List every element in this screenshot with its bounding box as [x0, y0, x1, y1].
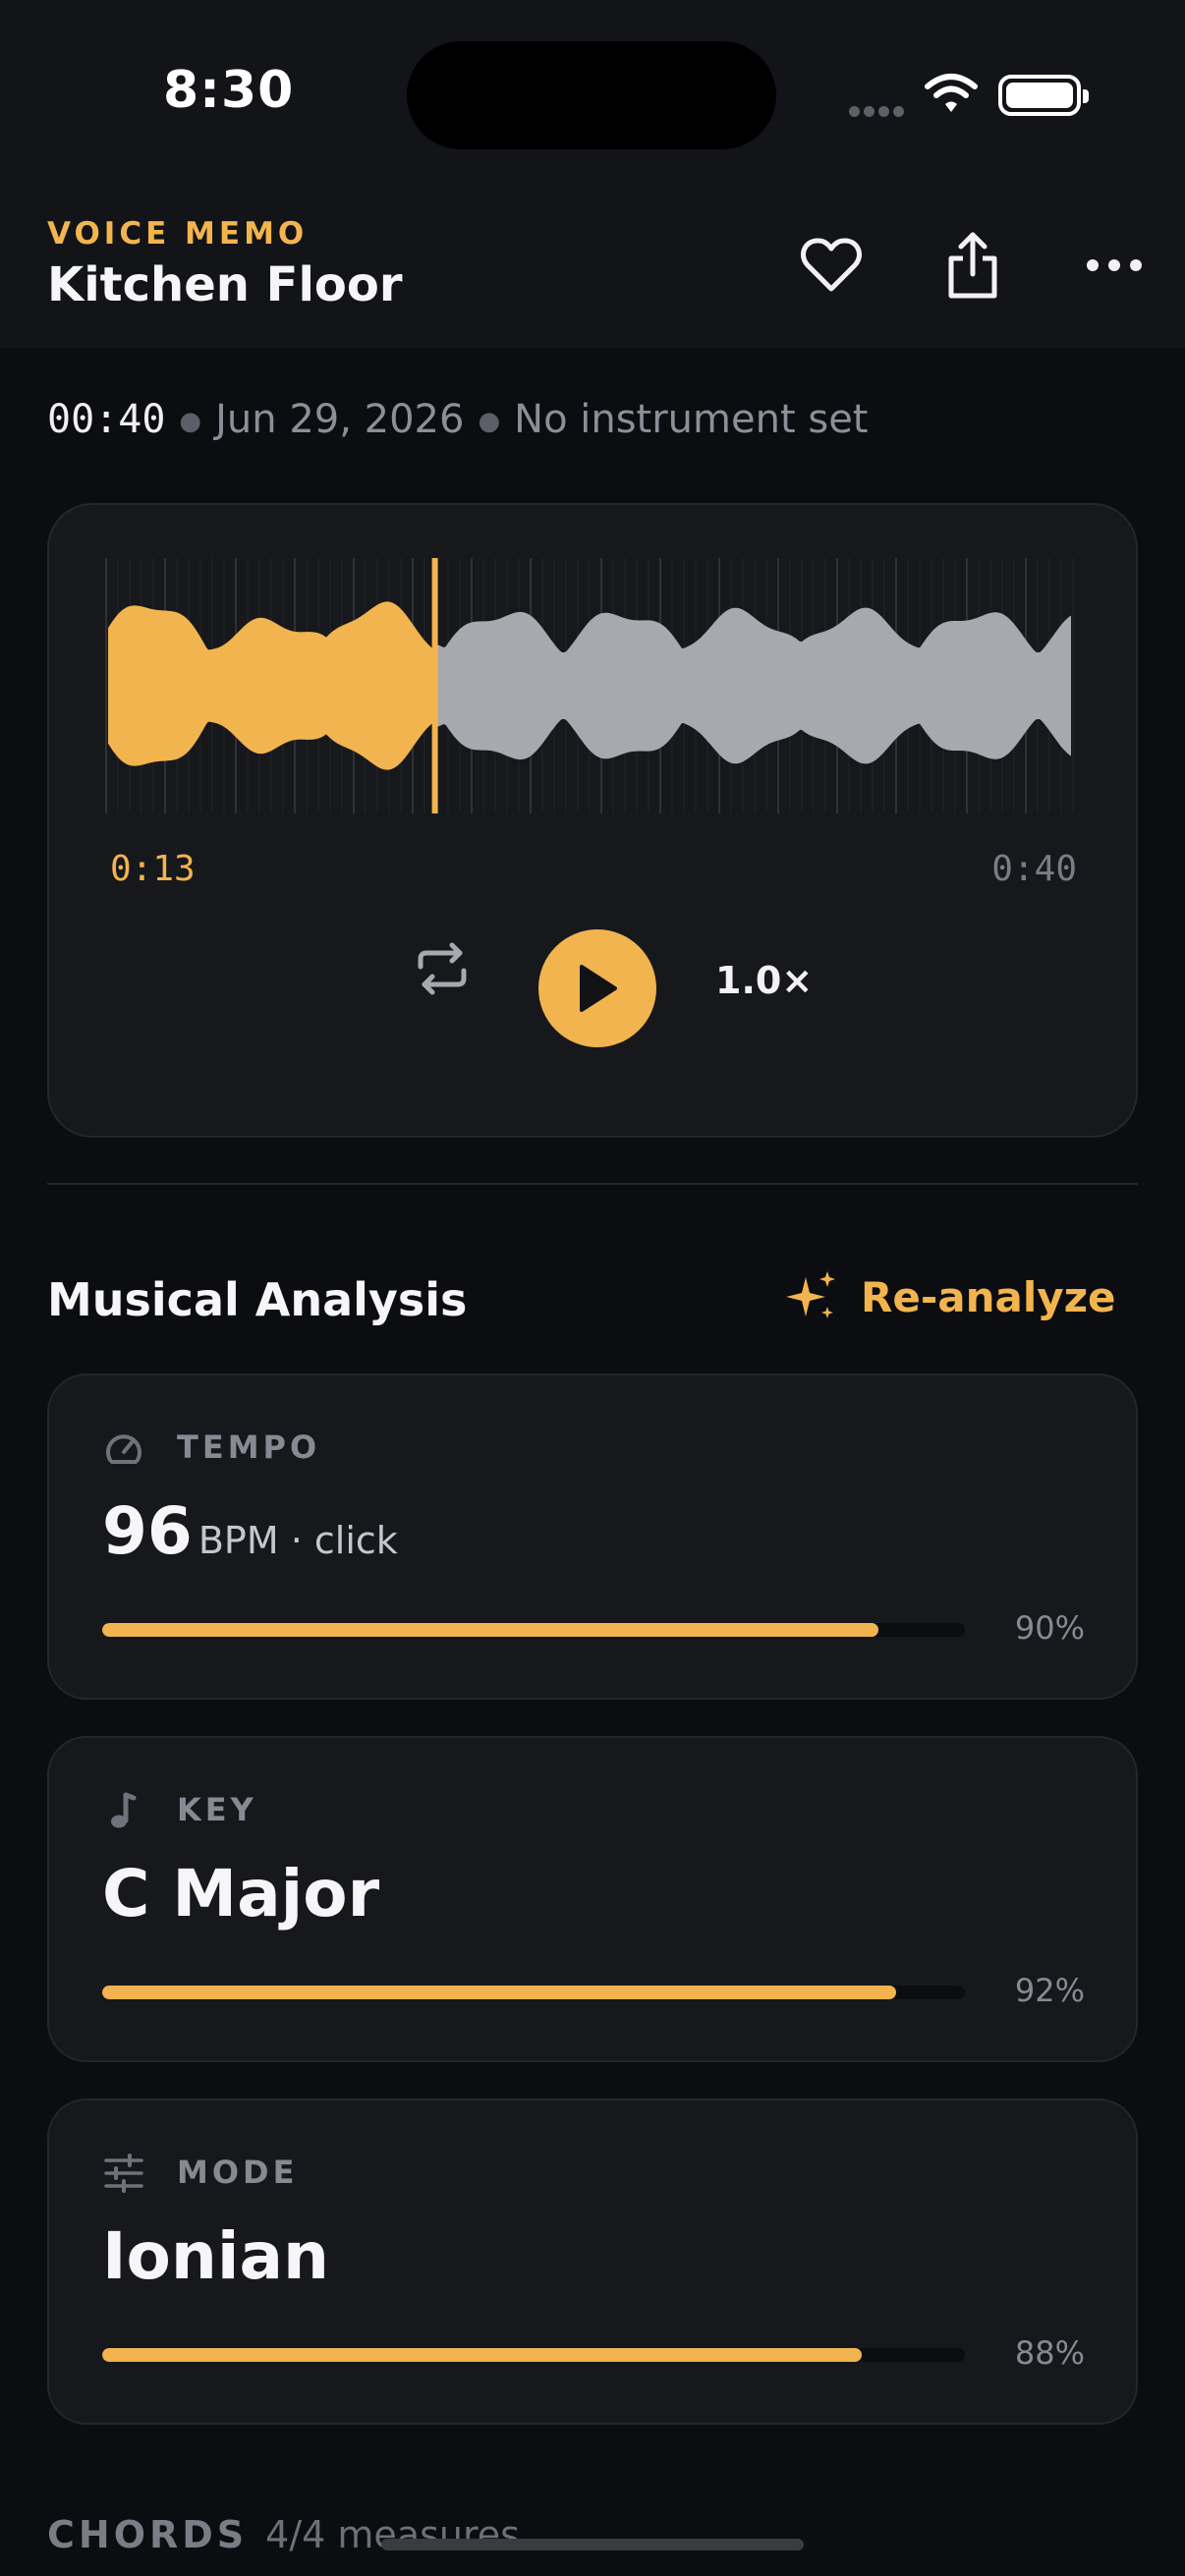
playhead[interactable]	[431, 558, 438, 813]
key-confidence-fill	[102, 1986, 896, 1999]
chords-label: CHORDS	[47, 2513, 249, 2556]
home-indicator	[381, 2539, 804, 2550]
memo-header: VOICE MEMO Kitchen Floor	[0, 196, 1185, 348]
share-button[interactable]	[933, 226, 1012, 305]
tempo-label: TEMPO	[177, 1428, 321, 1466]
waveform-unplayed	[436, 607, 1071, 764]
key-value: C Major	[102, 1856, 380, 1932]
cellular-signal-icon	[849, 102, 908, 121]
mode-card: MODE Ionian 88%	[47, 2099, 1138, 2425]
memo-instrument: No instrument set	[514, 397, 869, 442]
key-label: KEY	[177, 1791, 257, 1828]
loop-button[interactable]	[403, 929, 481, 1008]
more-horizontal-icon	[1087, 259, 1142, 271]
memo-duration: 00:40	[47, 397, 166, 442]
mode-confidence-bar	[102, 2348, 965, 2362]
sparkles-icon	[786, 1271, 835, 1318]
gauge-icon	[106, 1434, 141, 1464]
memo-type-label: VOICE MEMO	[47, 216, 309, 252]
sliders-icon	[104, 2154, 143, 2193]
memo-title: Kitchen Floor	[47, 257, 403, 312]
meta-separator: ●	[478, 407, 501, 436]
meta-separator: ●	[179, 407, 202, 436]
tempo-value: 96 BPM · click	[102, 1493, 398, 1569]
reanalyze-label: Re-analyze	[861, 1272, 1116, 1321]
tempo-confidence-fill	[102, 1623, 879, 1637]
key-card: KEY C Major 92%	[47, 1736, 1138, 2062]
repeat-icon	[418, 942, 467, 995]
tempo-bpm: 96	[102, 1493, 193, 1569]
mode-confidence-fill	[102, 2348, 862, 2362]
section-divider	[47, 1183, 1138, 1185]
play-button[interactable]	[538, 929, 656, 1047]
memo-meta: 00:40 ● Jun 29, 2026 ● No instrument set	[47, 397, 869, 442]
status-bar: 8:30	[0, 0, 1185, 196]
tempo-confidence-label: 90%	[1014, 1609, 1085, 1647]
music-note-icon	[111, 1792, 137, 1828]
waveform-played	[108, 601, 434, 770]
key-confidence-label: 92%	[1014, 1972, 1085, 2009]
waveform[interactable]	[104, 558, 1077, 813]
share-icon	[948, 232, 997, 299]
tempo-card: TEMPO 96 BPM · click 90%	[47, 1373, 1138, 1700]
heart-icon	[801, 238, 862, 292]
total-time: 0:40	[991, 849, 1077, 889]
favorite-button[interactable]	[792, 226, 871, 305]
reanalyze-button[interactable]: Re-analyze	[784, 1269, 1116, 1324]
key-confidence-bar	[102, 1986, 965, 1999]
mode-value: Ionian	[102, 2218, 330, 2294]
current-time: 0:13	[110, 849, 196, 889]
battery-icon	[998, 75, 1089, 116]
wifi-icon	[925, 74, 978, 112]
tempo-unit: BPM · click	[198, 1519, 398, 1562]
tempo-confidence-bar	[102, 1623, 965, 1637]
status-time: 8:30	[163, 61, 295, 120]
mode-label: MODE	[177, 2154, 299, 2191]
memo-date: Jun 29, 2026	[215, 397, 465, 442]
analysis-title: Musical Analysis	[47, 1273, 468, 1326]
play-icon	[580, 965, 617, 1012]
dynamic-island	[407, 41, 776, 149]
mode-confidence-label: 88%	[1014, 2334, 1085, 2372]
player-card: 0:13 0:40 1.0×	[47, 503, 1138, 1138]
playback-speed-button[interactable]: 1.0×	[715, 959, 813, 1002]
more-button[interactable]	[1075, 226, 1154, 305]
